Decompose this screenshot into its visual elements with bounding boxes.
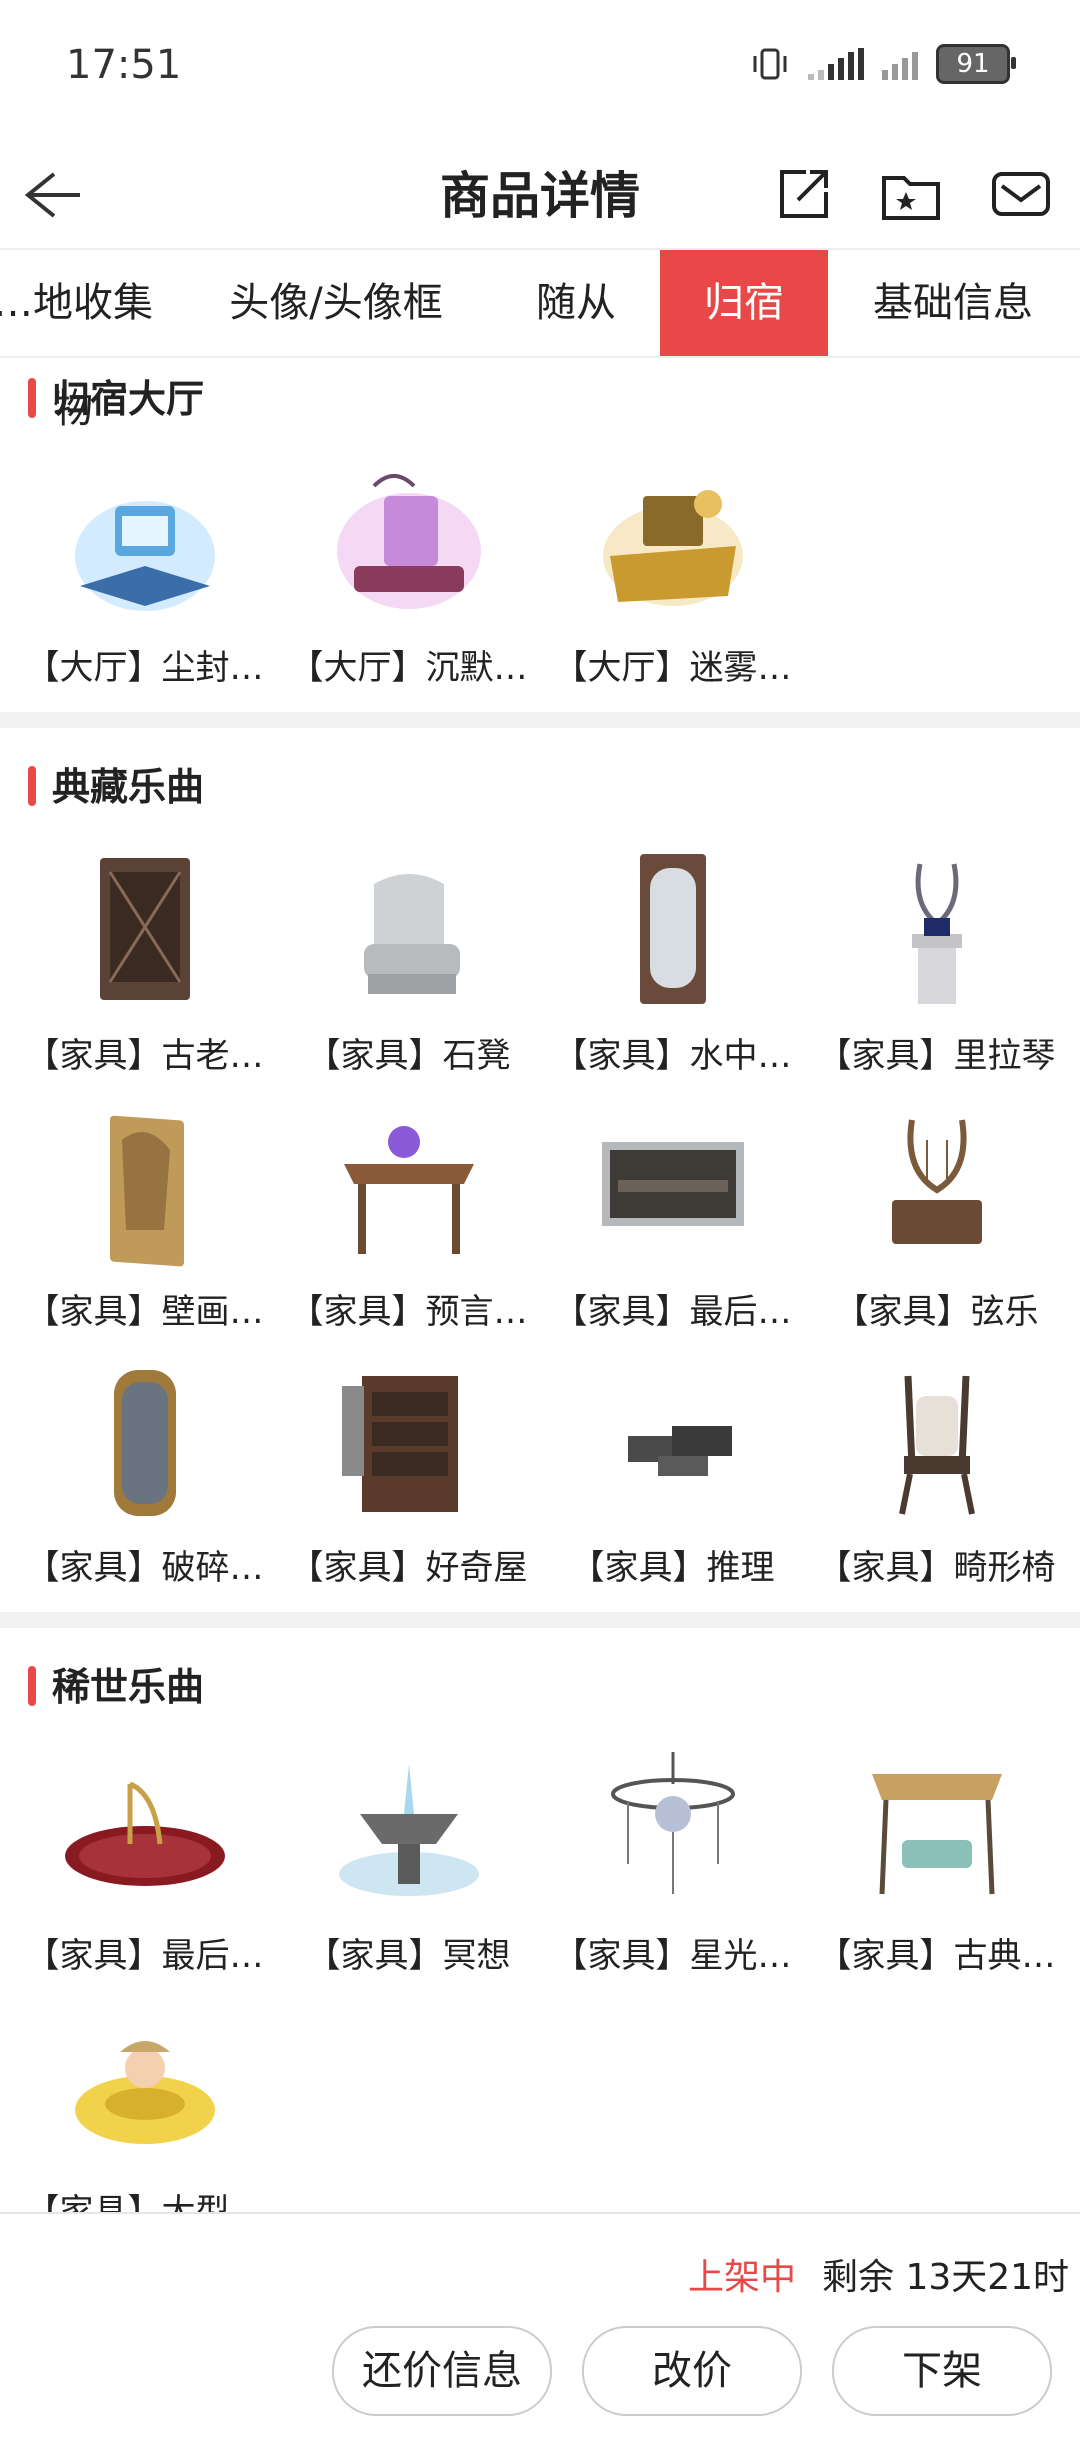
section-accent-bar (28, 1666, 36, 1706)
item-label: 【家具】推理 (570, 1548, 775, 1588)
tab-basic-info[interactable]: 基础信息 (858, 250, 1048, 356)
mirror-door-icon (639, 854, 706, 1004)
status-icons: 91 (750, 44, 1016, 84)
tab-bar: …地收集物 头像/头像框 随从 归宿 基础信息 (0, 248, 1080, 432)
bottom-action-bar: 上架中 剩余 13天21时 还价信息 改价 下架 (0, 2212, 1080, 2440)
section-divider (0, 712, 1080, 728)
item-card[interactable]: 【家具】破碎… (12, 1356, 277, 1589)
delist-button[interactable]: 下架 (832, 2326, 1052, 2416)
cabinet-icon (99, 858, 190, 1000)
mural-icon (109, 1115, 184, 1267)
curio-cabinet-icon (341, 1376, 458, 1512)
item-card[interactable]: 【家具】预言… (276, 1100, 541, 1333)
battery-icon: 91 (936, 44, 1016, 84)
status-bar: 17:51 91 (0, 0, 1080, 140)
item-card[interactable]: 【家具】古典… (804, 1744, 1069, 1977)
item-card[interactable]: 【家具】最后… (540, 1100, 805, 1333)
item-card[interactable]: 【家具】里拉琴 (804, 844, 1069, 1077)
remaining-time: 剩余 13天21时 (822, 2257, 1070, 2298)
chandelier-icon (610, 1752, 735, 1894)
item-card[interactable]: 【家具】石凳 (276, 844, 541, 1077)
prophecy-table-icon (343, 1126, 474, 1254)
listing-status: 上架中 (688, 2257, 797, 2298)
item-label: 【家具】最后… (553, 1292, 792, 1332)
section-title-text: 稀世乐曲 (52, 1665, 205, 1709)
item-card[interactable]: 【家具】畸形椅 (804, 1356, 1069, 1589)
tab-followers[interactable]: 随从 (508, 250, 644, 356)
vibrate-icon (753, 48, 787, 80)
title-bar: 商品详情 (0, 140, 1080, 248)
item-card[interactable]: 【家具】好奇屋 (276, 1356, 541, 1589)
hall-mist-icon (602, 490, 743, 606)
fountain-icon (338, 1764, 479, 1896)
item-label: 【大厅】迷雾… (553, 648, 792, 688)
section-title-hall: 归宿大厅 (28, 368, 204, 423)
item-label: 【家具】预言… (289, 1292, 528, 1332)
item-card[interactable]: 【家具】壁画… (12, 1100, 277, 1333)
item-card[interactable]: 【家具】古老… (12, 844, 277, 1077)
section-title-text: 归宿大厅 (52, 377, 205, 421)
lyre-statue-icon (911, 863, 962, 1004)
item-label: 【家具】古老… (25, 1036, 264, 1076)
item-card[interactable]: 【家具】推理 (540, 1356, 805, 1589)
message-icon[interactable] (986, 158, 1056, 228)
counter-offer-button[interactable]: 还价信息 (332, 2326, 552, 2416)
item-label: 【家具】好奇屋 (289, 1548, 528, 1588)
section-title-text: 典藏乐曲 (52, 765, 205, 809)
item-label: 【家具】星光… (553, 1936, 792, 1976)
item-label: 【家具】里拉琴 (817, 1036, 1056, 1076)
item-card[interactable]: 【家具】水中… (540, 844, 805, 1077)
broken-mirror-icon (113, 1370, 176, 1516)
float-ring-icon (74, 2041, 215, 2144)
signal-icon (808, 48, 864, 80)
section-title-rare: 稀世乐曲 (28, 1656, 204, 1711)
harp-icon (891, 1119, 982, 1244)
hall-silent-icon (336, 474, 481, 609)
item-label: 【家具】石凳 (306, 1036, 511, 1076)
tab-avatar-frame[interactable]: 头像/头像框 (208, 250, 464, 356)
hall-dusty-icon (74, 501, 215, 611)
status-time: 17:51 (66, 42, 182, 88)
item-card[interactable]: 【家具】大型… (12, 2000, 277, 2233)
item-label: 【家具】冥想 (306, 1936, 511, 1976)
item-card[interactable]: 【家具】最后… (12, 1744, 277, 1977)
stone-chair-icon (363, 874, 460, 994)
item-label: 【家具】壁画… (25, 1292, 264, 1332)
painting-icon (601, 1142, 744, 1226)
item-card[interactable]: 【家具】冥想 (276, 1744, 541, 1977)
item-label: 【家具】水中… (553, 1036, 792, 1076)
item-card[interactable]: 【家具】星光… (540, 1744, 805, 1977)
tab-home[interactable]: 归宿 (660, 250, 828, 356)
swing-icon (871, 1774, 1002, 1895)
tab-collectibles[interactable]: …地收集物 (0, 250, 158, 432)
twisted-chair-icon (898, 1375, 975, 1515)
item-label: 【家具】畸形椅 (817, 1548, 1056, 1588)
section-title-classic: 典藏乐曲 (28, 756, 204, 811)
battery-level: 91 (956, 49, 990, 79)
item-label: 【大厅】沉默… (289, 648, 528, 688)
item-label: 【家具】破碎… (25, 1548, 264, 1588)
section-accent-bar (28, 766, 36, 806)
books-icon (627, 1426, 732, 1476)
item-label: 【家具】古典… (817, 1936, 1056, 1976)
item-card[interactable]: 【家具】弦乐 (804, 1100, 1069, 1333)
section-accent-bar (28, 378, 36, 418)
item-card[interactable]: 【大厅】沉默… (276, 456, 541, 689)
item-label: 【家具】最后… (25, 1936, 264, 1976)
share-icon[interactable] (768, 158, 838, 228)
favorite-folder-icon[interactable] (876, 158, 946, 228)
signal-2-icon (882, 48, 918, 80)
change-price-button[interactable]: 改价 (582, 2326, 802, 2416)
item-card[interactable]: 【大厅】尘封… (12, 456, 277, 689)
carpet-harp-icon (64, 1781, 225, 1886)
item-label: 【家具】弦乐 (834, 1292, 1039, 1332)
item-card[interactable]: 【大厅】迷雾… (540, 456, 805, 689)
item-label: 【大厅】尘封… (25, 648, 264, 688)
section-divider (0, 1612, 1080, 1628)
